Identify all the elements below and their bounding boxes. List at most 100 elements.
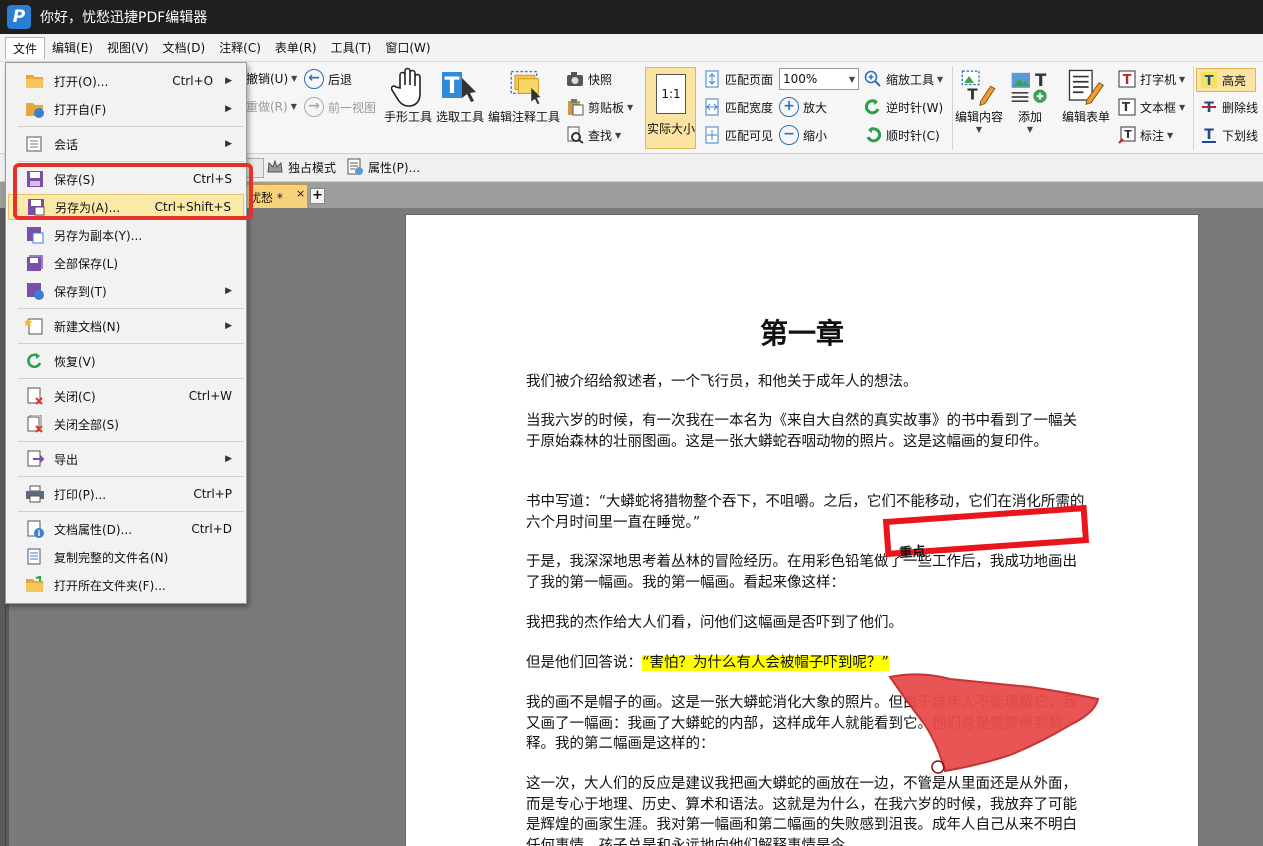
highlighted-text[interactable]: “害怕？为什么有人会被帽子吓到呢？” [642,655,889,671]
session-icon [24,133,46,155]
save-all-icon [24,252,46,274]
menu-item-export[interactable]: 导出 ▶ [8,446,244,472]
fit-width-icon [705,98,719,116]
menu-form[interactable]: 表单(R) [268,37,324,59]
menu-item-open[interactable]: 打开(O)... Ctrl+O ▶ [8,68,244,94]
properties-button[interactable]: 属性(P)... [346,158,420,176]
submenu-arrow-icon: ▶ [225,454,232,464]
add-button[interactable]: T 添加 ▼ [1010,66,1050,134]
menu-item-open-from[interactable]: 打开自(F) ▶ [8,96,244,122]
menu-file[interactable]: 文件 [5,36,46,59]
new-tab-icon[interactable]: + [310,188,325,204]
underline-button[interactable]: T 下划线 [1200,126,1258,144]
tab-close-icon[interactable]: × [296,187,305,200]
cloud-polygon-annotation[interactable] [880,665,1110,785]
printer-icon [24,483,46,505]
back-arrow-icon: ← [304,69,324,89]
menu-item-open-folder[interactable]: 打开所在文件夹(F)... [8,572,244,598]
file-menu-dropdown: 打开(O)... Ctrl+O ▶ 打开自(F) ▶ 会话 ▶ 保存(S) Ctrl+S … [5,62,247,604]
menu-item-print[interactable]: 打印(P)... Ctrl+P [8,481,244,507]
paragraph-5: 我把我的杰作给大人们看，问他们这幅画是否吓到了他们。 [526,615,903,631]
text-select-icon: T [440,66,480,108]
menu-item-close[interactable]: 关闭(C) Ctrl+W [8,383,244,409]
menu-item-session[interactable]: 会话 ▶ [8,131,244,157]
textbox-button[interactable]: T 文本框 ▼ [1118,98,1185,116]
forward-view-button[interactable]: → 前一视图 [304,97,376,117]
save-items-highlight-outline [13,163,253,220]
edit-content-icon: T [959,66,999,108]
svg-text:T: T [1035,71,1047,90]
menu-item-copy-filename[interactable]: 复制完整的文件名(N) [8,544,244,570]
paragraph-1: 我们被介绍给叙述者，一个飞行员，和他关于成年人的想法。 [526,374,918,390]
fit-page-button[interactable]: 匹配页面 [703,70,773,88]
menu-edit[interactable]: 编辑(E) [45,37,100,59]
zoom-tool-button[interactable]: 缩放工具 ▼ [864,70,943,88]
menu-bar: 文件 编辑(E) 视图(V) 文档(D) 注释(C) 表单(R) 工具(T) 窗… [0,34,1263,62]
fit-width-button[interactable]: 匹配宽度 [703,98,773,116]
app-logo-icon: P [7,5,31,29]
clipboard-icon [568,99,584,116]
select-tool-button[interactable]: T 选取工具 [436,66,484,125]
hand-tool-button[interactable]: 手形工具 [384,66,432,125]
menu-item-new-document[interactable]: 新建文档(N) ▶ [8,313,244,339]
fit-visible-icon [705,126,719,144]
zoom-level-select[interactable]: 100% ▼ [779,68,859,90]
fit-visible-button[interactable]: 匹配可见 [703,126,773,144]
camera-icon [567,72,583,86]
doc-properties-icon: i [24,518,46,540]
back-button[interactable]: ← 后退 [304,69,352,89]
document-tab[interactable]: 忧愁 * × [244,184,308,208]
find-button[interactable]: 查找 ▼ [566,126,621,144]
svg-text:T: T [1124,128,1132,141]
redo-button[interactable]: 重做(R) ▼ [246,98,297,115]
rotate-ccw-button[interactable]: 逆时针(W) [864,98,943,116]
undo-button[interactable]: 撤销(U) ▼ [246,70,297,87]
callout-button[interactable]: T 标注 ▼ [1118,126,1173,144]
actual-size-icon: 1:1 [656,74,686,114]
edit-annotation-tool-button[interactable]: 编辑注释工具 [488,66,560,125]
highlight-button[interactable]: T 高亮 [1196,68,1256,92]
menu-item-save-copy[interactable]: 另存为副本(Y)... [8,222,244,248]
underline-icon: T [1202,127,1216,143]
add-content-icon: T [1010,66,1050,108]
rotate-cw-icon [866,127,882,143]
strikeout-icon: T [1202,100,1216,116]
folder-web-icon [24,98,46,120]
edit-content-button[interactable]: T 编辑内容 ▼ [955,66,1003,134]
save-copy-icon [24,224,46,246]
menu-item-revert[interactable]: 恢复(V) [8,348,244,374]
callout-icon: T [1118,126,1136,144]
menu-item-save-all[interactable]: 全部保存(L) [8,250,244,276]
zoom-in-button[interactable]: + 放大 [779,97,827,117]
snapshot-button[interactable]: 快照 [566,70,612,88]
menu-window[interactable]: 窗口(W) [378,37,437,59]
menu-item-close-all[interactable]: 关闭全部(S) [8,411,244,437]
rotate-cw-button[interactable]: 顺时针(C) [864,126,940,144]
submenu-arrow-icon: ▶ [225,286,232,296]
clipboard-button[interactable]: 剪贴板 ▼ [566,98,633,116]
typewriter-button[interactable]: T 打字机 ▼ [1118,70,1185,88]
folder-open-icon [24,70,46,92]
zoom-out-button[interactable]: − 缩小 [779,125,827,145]
menu-comment[interactable]: 注释(C) [212,37,268,59]
menu-item-save-to[interactable]: 保存到(T) ▶ [8,278,244,304]
rotate-ccw-icon [864,99,880,115]
menu-tools[interactable]: 工具(T) [324,37,379,59]
menu-view[interactable]: 视图(V) [100,37,156,59]
properties-icon [347,158,363,175]
menu-item-doc-properties[interactable]: i 文档属性(D)... Ctrl+D [8,516,244,542]
save-to-web-icon [24,280,46,302]
svg-text:i: i [38,529,41,538]
exclusive-mode-button[interactable]: 独占模式 [266,158,336,176]
strikeout-button[interactable]: T删除线 [1200,98,1258,116]
submenu-arrow-icon: ▶ [225,321,232,331]
svg-text:T: T [1122,100,1131,114]
close-all-icon [24,413,46,435]
menu-document[interactable]: 文档(D) [156,37,213,59]
forward-arrow-icon: → [304,97,324,117]
zoom-in-icon: + [779,97,799,117]
edit-form-button[interactable]: 编辑表单 [1062,66,1110,125]
actual-size-button[interactable]: 1:1 实际大小 [645,67,696,149]
new-document-icon [24,315,46,337]
submenu-arrow-icon: ▶ [225,76,232,86]
